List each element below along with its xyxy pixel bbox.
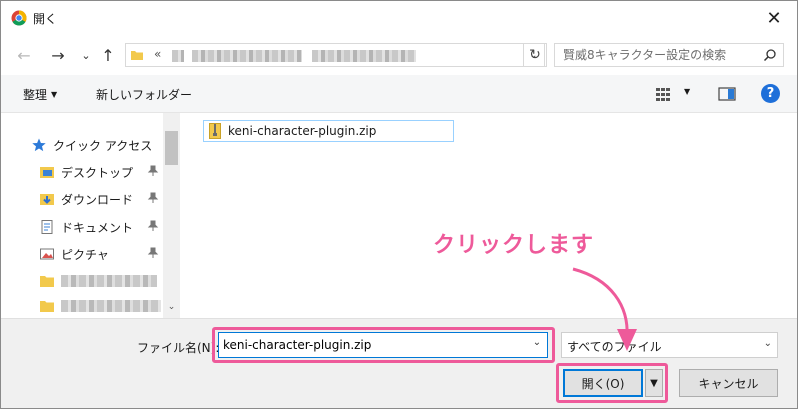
pin-icon[interactable] — [147, 192, 159, 204]
redacted-label — [61, 275, 157, 287]
arrow-left-icon: ← — [17, 45, 31, 65]
redacted-path — [192, 50, 302, 62]
file-item[interactable]: keni-character-plugin.zip — [203, 120, 454, 142]
nav-item-label: ドキュメント — [61, 220, 134, 235]
redacted-path — [312, 50, 416, 62]
filename-label: ファイル名(N): — [137, 341, 220, 355]
nav-item-quick-access[interactable]: クイック アクセス — [31, 134, 163, 156]
caret-down-icon: ▼ — [51, 90, 58, 99]
nav-item-downloads[interactable]: ダウンロード — [39, 188, 163, 210]
new-folder-button[interactable]: 新しいフォルダー — [96, 86, 192, 103]
chrome-icon — [11, 10, 27, 26]
view-options-icon[interactable] — [655, 86, 675, 102]
nav-item-documents[interactable]: ドキュメント — [39, 216, 163, 238]
filename-field[interactable]: ⌄ — [218, 332, 548, 358]
recent-locations-button[interactable]: ⌄ — [75, 44, 97, 66]
arrow-up-icon: ↑ — [101, 45, 115, 65]
annotation-arrow-icon — [572, 267, 637, 351]
organize-button[interactable]: 整理 ▼ — [23, 86, 57, 103]
folder-icon — [131, 51, 143, 60]
pin-icon[interactable] — [147, 165, 159, 177]
chevron-down-icon: ⌄ — [81, 48, 91, 62]
nav-scrollbar[interactable]: ⌄ — [163, 113, 180, 318]
view-dropdown-icon[interactable]: ▼ — [684, 87, 690, 96]
breadcrumb-overflow[interactable]: « — [154, 47, 161, 61]
filename-input[interactable] — [223, 337, 523, 353]
pin-icon[interactable] — [147, 220, 159, 232]
chevron-down-icon[interactable]: ⌄ — [529, 337, 545, 353]
help-button[interactable]: ? — [761, 84, 780, 103]
nav-item-desktop[interactable]: デスクトップ — [39, 161, 163, 183]
redacted-path — [172, 50, 184, 62]
address-row: ← → ⌄ ↑ « ⌄ ↻ — [1, 35, 797, 75]
scroll-down-button[interactable]: ⌄ — [163, 302, 180, 314]
search-input[interactable] — [563, 47, 753, 63]
nav-item-label: クイック アクセス — [53, 138, 153, 153]
command-bar: 整理 ▼ 新しいフォルダー ▼ ? — [1, 75, 797, 113]
chevron-down-icon: ⌄ — [763, 338, 772, 349]
star-icon — [32, 138, 46, 152]
close-button[interactable]: ✕ — [751, 1, 797, 35]
up-button[interactable]: ↑ — [97, 44, 119, 66]
documents-icon — [41, 220, 53, 234]
scroll-thumb[interactable] — [165, 131, 178, 165]
arrow-right-icon: → — [51, 45, 65, 65]
nav-item-pictures[interactable]: ピクチャ — [39, 243, 163, 265]
zip-folder-icon — [209, 123, 221, 139]
download-folder-icon — [40, 194, 54, 205]
title-bar: 開く ✕ — [1, 1, 797, 35]
redacted-label — [61, 300, 161, 312]
close-icon: ✕ — [766, 7, 782, 29]
nav-item-redacted[interactable] — [39, 295, 163, 317]
folder-icon — [40, 301, 54, 312]
window-title: 開く — [33, 12, 58, 26]
folder-icon — [40, 276, 54, 287]
open-button[interactable]: 開く(O) — [563, 369, 643, 397]
refresh-button[interactable]: ↻ — [523, 43, 547, 67]
preview-pane-icon[interactable] — [718, 86, 736, 102]
desktop-folder-icon — [40, 167, 54, 178]
refresh-icon: ↻ — [529, 47, 541, 63]
open-options-button[interactable]: ▼ — [645, 369, 663, 397]
nav-item-redacted[interactable] — [39, 270, 163, 292]
organize-label: 整理 — [23, 88, 48, 102]
file-name: keni-character-plugin.zip — [228, 124, 377, 138]
cancel-button[interactable]: キャンセル — [679, 369, 778, 397]
nav-item-label: ダウンロード — [61, 192, 134, 207]
nav-item-label: デスクトップ — [61, 165, 134, 180]
nav-item-label: ピクチャ — [61, 247, 109, 262]
pin-icon[interactable] — [147, 247, 159, 259]
dialog-footer: ファイル名(N): ⌄ すべてのファイル ⌄ 開く(O) ▼ キャンセル — [1, 318, 797, 408]
back-button[interactable]: ← — [13, 44, 35, 66]
address-bar[interactable]: « ⌄ — [125, 43, 545, 67]
open-file-dialog: 開く ✕ ← → ⌄ ↑ « ⌄ ↻ 賢威8キャラクター設定の検索 整理 ▼ 新… — [0, 0, 798, 409]
pictures-icon — [40, 248, 54, 260]
navigation-pane: クイック アクセス デスクトップ ダウンロード ドキュメント ピクチャ ⌄ — [1, 113, 181, 318]
search-box[interactable] — [554, 43, 784, 67]
search-icon — [763, 49, 776, 62]
file-list: keni-character-plugin.zip — [181, 113, 797, 318]
forward-button[interactable]: → — [47, 44, 69, 66]
